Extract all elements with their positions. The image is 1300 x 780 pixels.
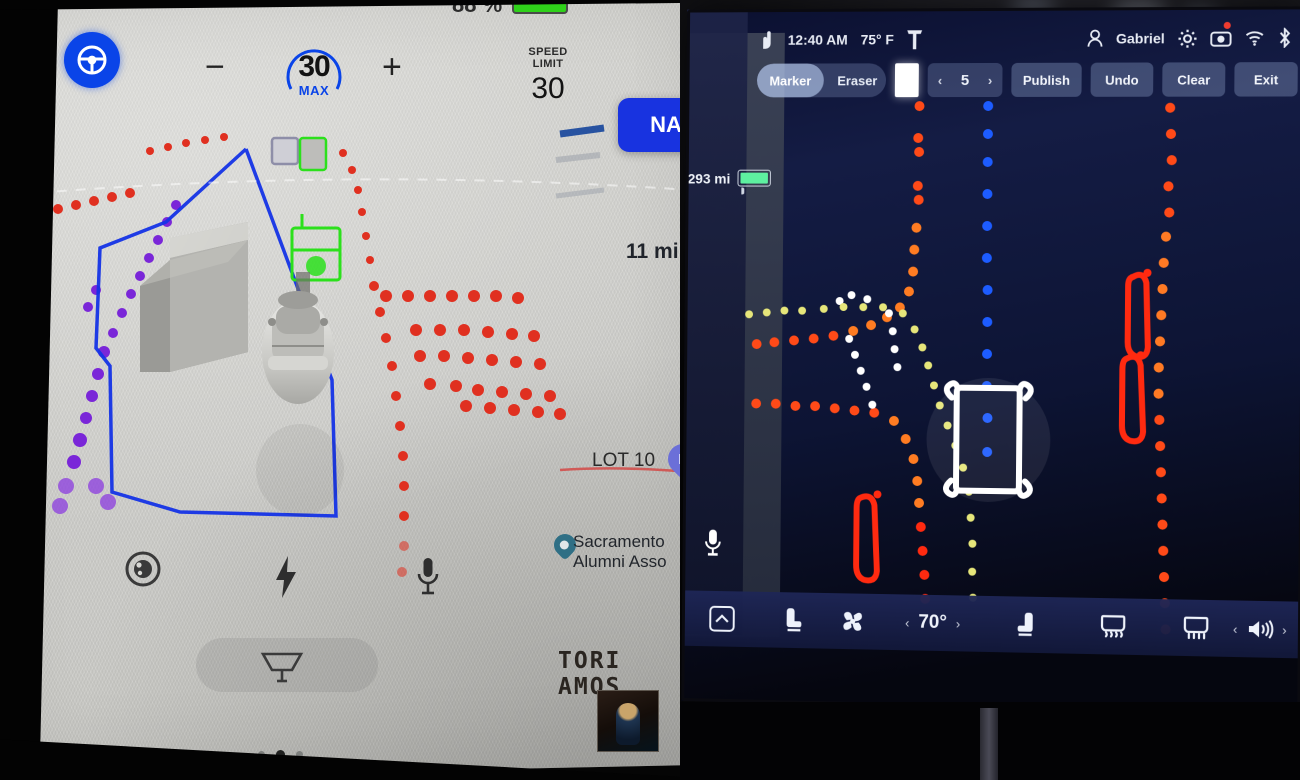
seat-heater-right-icon — [1017, 612, 1035, 638]
exit-button[interactable]: Exit — [1234, 62, 1298, 97]
gear-icon[interactable] — [1178, 29, 1197, 48]
hand-lock-icon[interactable] — [759, 30, 775, 50]
undo-button[interactable]: Undo — [1090, 62, 1154, 97]
rear-defrost-button[interactable] — [1159, 599, 1233, 657]
climate-bar: ‹ 70° › ‹ › — [681, 590, 1300, 659]
outside-temperature: 75° F — [861, 31, 894, 47]
steering-wheel-glyph — [77, 45, 107, 75]
screenshot-root: − 30 MAX + SPEED LIMIT 30 88 % NA 11 mi … — [0, 0, 1300, 780]
speaker-icon[interactable] — [1246, 618, 1273, 641]
publish-button[interactable]: Publish — [1011, 62, 1082, 97]
parking-lot-label: LOT 10 — [592, 450, 656, 471]
tesla-t-icon[interactable] — [906, 29, 922, 50]
microphone-icon[interactable] — [415, 556, 441, 596]
set-speed-value[interactable]: 30 — [283, 50, 345, 84]
headlight-icon[interactable] — [124, 550, 162, 588]
center-screen-surface: 293 mi 12:40 AM 75° F Gabriel Marker Era… — [681, 6, 1300, 716]
person-icon[interactable] — [1087, 29, 1103, 47]
speed-limit-line1: SPEED — [528, 46, 568, 58]
lightning-bolt-icon[interactable] — [272, 556, 300, 598]
speed-limit-value: 30 — [531, 72, 565, 105]
camera-icon[interactable] — [1210, 29, 1232, 46]
tesla-instrument-photo-left: − 30 MAX + SPEED LIMIT 30 88 % NA 11 mi … — [0, 0, 690, 780]
brush-size-decrease-button[interactable]: ‹ — [938, 73, 942, 88]
poi-label: Sacramento Alumni Asso — [573, 532, 667, 571]
temperature-value: 75° F — [860, 31, 894, 48]
brush-size-value: 5 — [960, 71, 970, 89]
status-bar: 12:40 AM 75° F Gabriel — [747, 21, 1300, 57]
decrease-set-speed-button[interactable]: − — [205, 48, 225, 87]
album-art[interactable] — [597, 690, 659, 752]
seat-heater-right-button[interactable] — [985, 596, 1068, 654]
increase-set-speed-button[interactable]: + — [382, 48, 402, 87]
set-speed-max-label: MAX — [298, 83, 330, 98]
brush-size-stepper: ‹ 5 › — [927, 62, 1003, 98]
eraser-tool-button[interactable]: Eraser — [824, 63, 886, 97]
home-caret-icon[interactable] — [709, 605, 735, 632]
temperature-value: 70° — [918, 611, 947, 634]
status-bar-spacer — [935, 39, 1074, 40]
home-button[interactable] — [682, 590, 763, 647]
monitor-stand — [980, 708, 998, 780]
temperature-increase-button[interactable]: › — [956, 616, 960, 631]
lane-marking-canvas[interactable] — [742, 99, 1300, 646]
microphone-icon[interactable] — [703, 528, 723, 558]
color-swatch-button[interactable] — [894, 63, 920, 98]
caret-up-glyph — [715, 614, 729, 624]
marker-tool-button[interactable]: Marker — [756, 63, 824, 98]
brush-size-increase-button[interactable]: › — [988, 72, 992, 87]
seat-heater-left-button[interactable] — [762, 592, 824, 649]
clear-button[interactable]: Clear — [1162, 62, 1226, 97]
clock: 12:40 AM — [788, 32, 848, 48]
range-value: 293 mi — [687, 170, 731, 187]
rear-defrost-icon — [1183, 616, 1210, 641]
left-dock — [681, 9, 748, 636]
dashcam-recording-badge — [1223, 21, 1231, 29]
volume-control: ‹ › — [1233, 600, 1300, 658]
bluetooth-icon[interactable] — [1278, 28, 1292, 48]
autopilot-steering-wheel-icon[interactable] — [64, 32, 120, 88]
seat-heater-left-icon — [784, 608, 802, 633]
route-distance-label: 11 mi — [626, 240, 679, 263]
front-defrost-icon — [1100, 614, 1126, 639]
drawing-toolbar: Marker Eraser ‹ 5 › Publish Undo Clear E… — [756, 59, 1298, 100]
speed-limit-label: SPEED LIMIT — [512, 46, 584, 70]
speed-limit-line2: LIMIT — [532, 58, 564, 70]
tesla-center-display-photo-right: 293 mi 12:40 AM 75° F Gabriel Marker Era… — [680, 0, 1300, 780]
tool-segmented-control: Marker Eraser — [756, 63, 887, 98]
profile-name[interactable]: Gabriel — [1116, 30, 1165, 46]
temperature-decrease-button[interactable]: ‹ — [905, 615, 909, 630]
fan-icon — [842, 611, 862, 631]
clock-time: 12:40 AM — [787, 31, 848, 48]
front-defrost-button[interactable] — [1067, 597, 1160, 655]
volume-increase-button[interactable]: › — [1282, 622, 1287, 637]
fan-button[interactable] — [824, 593, 881, 650]
windshield-wiper-icon[interactable] — [258, 648, 306, 684]
wifi-icon[interactable] — [1245, 30, 1265, 46]
volume-decrease-button[interactable]: ‹ — [1233, 621, 1238, 636]
dashcam-button[interactable] — [1210, 21, 1232, 46]
temperature-control: ‹ 70° › — [880, 594, 985, 652]
